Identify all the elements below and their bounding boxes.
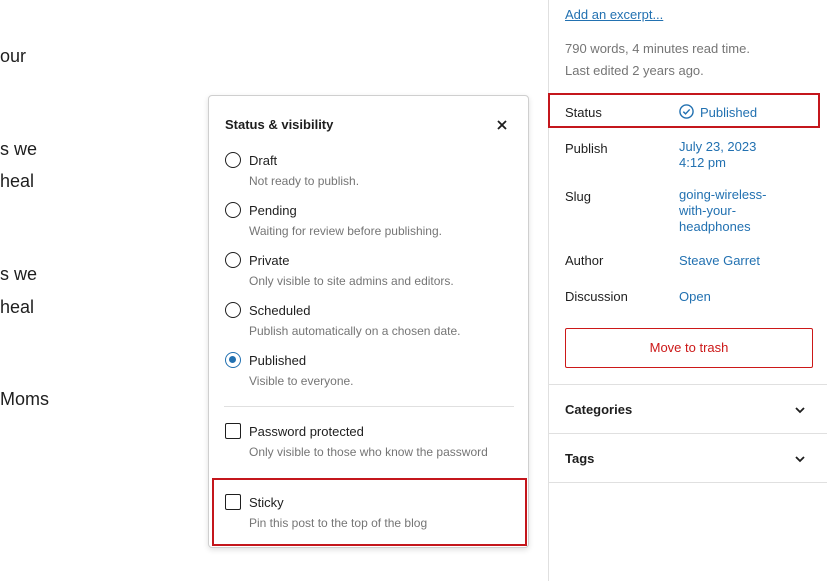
post-settings-sidebar: Add an excerpt... 790 words, 4 minutes r… <box>548 0 827 581</box>
tags-panel-toggle[interactable]: Tags <box>565 451 594 466</box>
radio-private[interactable] <box>225 252 241 268</box>
sticky-checkbox[interactable] <box>225 494 241 510</box>
option-description: Visible to everyone. <box>249 374 354 388</box>
publish-time: 4:12 pm <box>679 155 726 170</box>
close-icon[interactable] <box>493 116 511 134</box>
divider <box>549 482 827 483</box>
option-description: Only visible to site admins and editors. <box>249 274 454 288</box>
password-protected-description: Only visible to those who know the passw… <box>249 445 488 459</box>
editor-text-fragment: s we <box>0 264 38 284</box>
publish-label: Publish <box>565 141 608 156</box>
editor-text-fragment: heal <box>0 297 35 317</box>
discussion-toggle[interactable]: Open <box>679 289 711 305</box>
slug-line: going-wireless- <box>679 187 767 202</box>
radio-published[interactable] <box>225 352 241 368</box>
slug-line: with-your- <box>679 203 737 218</box>
radio-draft[interactable] <box>225 152 241 168</box>
password-protected-checkbox[interactable] <box>225 423 241 439</box>
publish-date-toggle[interactable]: July 23, 2023 4:12 pm <box>679 139 756 171</box>
divider <box>224 406 514 407</box>
status-toggle[interactable]: Published <box>679 104 757 123</box>
author-label: Author <box>565 253 604 268</box>
status-label: Status <box>565 105 602 120</box>
option-description: Publish automatically on a chosen date. <box>249 324 461 338</box>
editor-text-fragment: Moms <box>0 389 49 409</box>
sticky-highlight <box>212 478 527 546</box>
status-value: Published <box>700 104 758 120</box>
option-label[interactable]: Draft <box>249 153 277 168</box>
add-excerpt-link[interactable]: Add an excerpt... <box>565 7 663 22</box>
option-label[interactable]: Published <box>249 353 306 368</box>
chevron-down-icon[interactable] <box>793 452 807 471</box>
sticky-label[interactable]: Sticky <box>249 495 284 510</box>
editor-text-fragment: heal <box>0 171 35 191</box>
sticky-description: Pin this post to the top of the blog <box>249 516 428 530</box>
status-visibility-popover: Status & visibility Draft Not ready to p… <box>208 95 529 548</box>
discussion-label: Discussion <box>565 289 628 304</box>
slug-label: Slug <box>565 189 592 204</box>
chevron-down-icon[interactable] <box>793 403 807 422</box>
editor-text-fragment: our <box>0 46 27 66</box>
password-protected-label[interactable]: Password protected <box>249 424 364 439</box>
option-label[interactable]: Private <box>249 253 289 268</box>
radio-pending[interactable] <box>225 202 241 218</box>
categories-panel-toggle[interactable]: Categories <box>565 402 632 417</box>
divider <box>549 384 827 385</box>
publish-date: July 23, 2023 <box>679 139 757 154</box>
word-count: 790 words, 4 minutes read time. <box>565 41 750 56</box>
slug-line: headphones <box>679 219 751 234</box>
popover-title: Status & visibility <box>225 117 334 132</box>
move-to-trash-button[interactable]: Move to trash <box>565 328 813 368</box>
slug-toggle[interactable]: going-wireless- with-your- headphones <box>679 187 766 235</box>
option-label[interactable]: Scheduled <box>249 303 310 318</box>
option-description: Waiting for review before publishing. <box>249 224 442 238</box>
radio-scheduled[interactable] <box>225 302 241 318</box>
option-label[interactable]: Pending <box>249 203 297 218</box>
last-edited: Last edited 2 years ago. <box>565 63 704 78</box>
divider <box>549 433 827 434</box>
editor-text-fragment: s we <box>0 139 38 159</box>
published-check-icon <box>679 104 694 123</box>
author-toggle[interactable]: Steave Garret <box>679 253 760 269</box>
option-description: Not ready to publish. <box>249 174 360 188</box>
